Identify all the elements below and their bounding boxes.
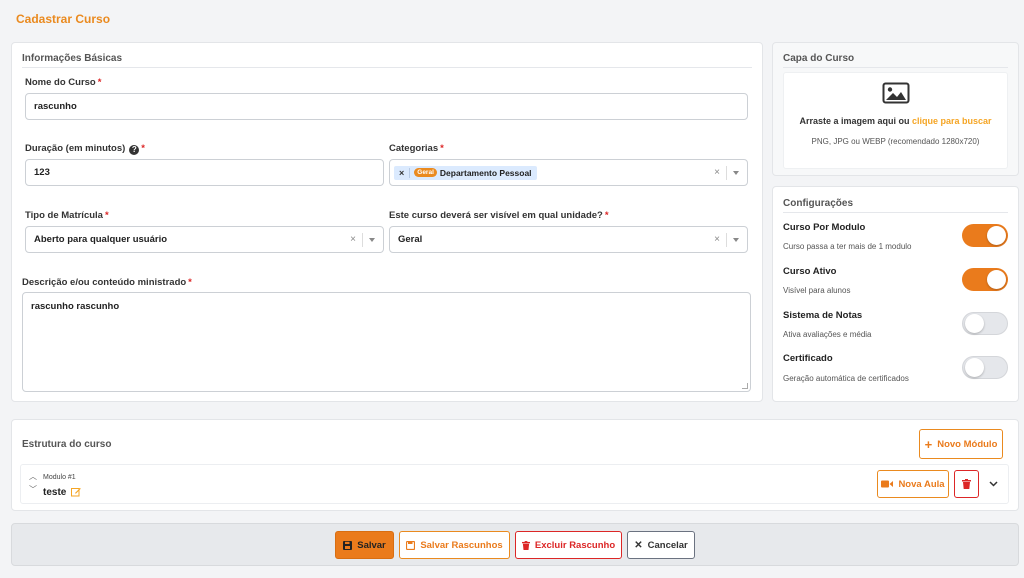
- description-textarea[interactable]: rascunho rascunho: [22, 292, 751, 392]
- duration-label: Duração (em minutos)? *: [25, 143, 145, 155]
- chevron-down-icon[interactable]: [733, 170, 739, 175]
- course-name-label: Nome do Curso *: [25, 77, 102, 88]
- trash-icon: [521, 540, 530, 550]
- module-name: teste: [43, 487, 67, 498]
- description-value: rascunho rascunho: [31, 301, 120, 312]
- config-item-title: Sistema de Notas: [783, 310, 863, 321]
- config-item-title: Curso Por Modulo: [783, 222, 866, 233]
- dropzone-hint: PNG, JPG ou WEBP (recomendado 1280x720): [811, 137, 980, 146]
- toggle-course-active[interactable]: [962, 268, 1008, 291]
- chevron-down-icon[interactable]: ﹀: [29, 484, 37, 495]
- category-chip: × Geral Departamento Pessoal: [394, 165, 537, 180]
- floppy-disk-icon: [406, 540, 416, 550]
- chevron-up-icon[interactable]: ︿: [29, 471, 37, 482]
- unit-select[interactable]: Geral ×: [389, 226, 748, 253]
- clear-icon[interactable]: ×: [714, 234, 720, 245]
- enrollment-label: Tipo de Matrícula *: [25, 210, 109, 221]
- duration-input[interactable]: 123: [25, 159, 384, 186]
- required-mark: *: [188, 277, 192, 288]
- required-mark: *: [141, 143, 145, 154]
- required-mark: *: [104, 210, 109, 221]
- structure-card: Estrutura do curso + Novo Módulo ︿ Modul…: [11, 419, 1019, 511]
- description-label: Descrição e/ou conteúdo ministrado *: [22, 277, 192, 288]
- cover-card: Capa do Curso Arraste a imagem aqui ou c…: [772, 42, 1019, 176]
- divider: [783, 212, 1008, 213]
- divider: [362, 232, 363, 247]
- delete-draft-button[interactable]: Excluir Rascunho: [515, 531, 622, 559]
- clear-icon[interactable]: ×: [714, 167, 720, 178]
- divider: [726, 165, 727, 180]
- chevron-down-icon[interactable]: [369, 237, 375, 242]
- chip-label: Departamento Pessoal: [439, 167, 532, 178]
- config-item-desc: Ativa avaliações e média: [783, 330, 872, 339]
- unit-value: Geral: [398, 234, 423, 245]
- enrollment-select[interactable]: Aberto para qualquer usuário ×: [25, 226, 384, 253]
- basic-info-card: Informações Básicas Nome do Curso * rascu…: [11, 42, 763, 402]
- edit-icon[interactable]: [71, 487, 81, 497]
- categories-select[interactable]: × Geral Departamento Pessoal ×: [389, 159, 748, 186]
- dropzone-text: Arraste a imagem aqui ou clique para bus…: [799, 116, 992, 126]
- unit-label: Este curso deverá ser visível em qual un…: [389, 210, 609, 221]
- floppy-disk-icon: [343, 540, 353, 550]
- config-item-title: Certificado: [783, 353, 833, 364]
- browse-link[interactable]: clique para buscar: [912, 116, 992, 126]
- save-button[interactable]: Salvar: [335, 531, 394, 559]
- cancel-button[interactable]: ✕ Cancelar: [627, 531, 695, 559]
- image-icon: [882, 82, 910, 104]
- chevron-down-icon[interactable]: [733, 237, 739, 242]
- basic-info-title: Informações Básicas: [22, 53, 123, 64]
- toggle-course-by-module[interactable]: [962, 224, 1008, 247]
- module-row: ︿ Modulo #1 ﹀ teste Nova Aula: [20, 464, 1009, 504]
- toggle-grading-system[interactable]: [962, 312, 1008, 335]
- clear-icon[interactable]: ×: [350, 234, 356, 245]
- delete-module-button[interactable]: [954, 470, 979, 498]
- toggle-knob: [965, 314, 984, 333]
- config-title: Configurações: [783, 198, 854, 209]
- divider: [783, 67, 1008, 68]
- config-card: Configurações Curso Por Modulo Curso pas…: [772, 186, 1019, 402]
- cover-title: Capa do Curso: [783, 53, 855, 64]
- config-item-desc: Geração automática de certificados: [783, 374, 909, 383]
- chip-remove-icon[interactable]: ×: [394, 167, 411, 178]
- divider: [726, 232, 727, 247]
- required-mark: *: [604, 210, 609, 221]
- trash-icon: [962, 479, 971, 489]
- structure-title: Estrutura do curso: [22, 439, 112, 450]
- action-bar: Salvar Salvar Rascunhos Excluir Rascunho…: [11, 523, 1019, 566]
- duration-value: 123: [34, 167, 50, 178]
- help-icon[interactable]: ?: [129, 145, 140, 155]
- plus-icon: +: [924, 436, 933, 452]
- course-name-input[interactable]: rascunho: [25, 93, 748, 120]
- close-icon: ✕: [634, 539, 643, 551]
- toggle-knob: [987, 270, 1006, 289]
- config-item-title: Curso Ativo: [783, 266, 837, 277]
- new-lesson-button[interactable]: Nova Aula: [877, 470, 949, 498]
- new-module-button[interactable]: + Novo Módulo: [919, 429, 1003, 459]
- toggle-knob: [965, 358, 984, 377]
- config-item-desc: Curso passa a ter mais de 1 modulo: [783, 242, 912, 251]
- video-camera-icon: [881, 480, 894, 488]
- required-mark: *: [440, 143, 444, 154]
- module-number: Modulo #1: [43, 474, 76, 481]
- toggle-knob: [987, 226, 1006, 245]
- toggle-certificate[interactable]: [962, 356, 1008, 379]
- config-item-desc: Visível para alunos: [783, 286, 851, 295]
- chevron-down-icon[interactable]: [989, 481, 998, 487]
- enrollment-value: Aberto para qualquer usuário: [34, 234, 168, 245]
- required-mark: *: [97, 77, 102, 88]
- cover-dropzone[interactable]: Arraste a imagem aqui ou clique para bus…: [783, 72, 1008, 169]
- page-title: Cadastrar Curso: [16, 12, 111, 26]
- save-draft-button[interactable]: Salvar Rascunhos: [399, 531, 510, 559]
- chip-tag-badge: Geral: [414, 168, 437, 177]
- categories-label: Categorias *: [389, 143, 444, 154]
- course-name-value: rascunho: [34, 101, 77, 112]
- divider: [22, 67, 752, 68]
- resize-handle-icon[interactable]: [742, 383, 748, 389]
